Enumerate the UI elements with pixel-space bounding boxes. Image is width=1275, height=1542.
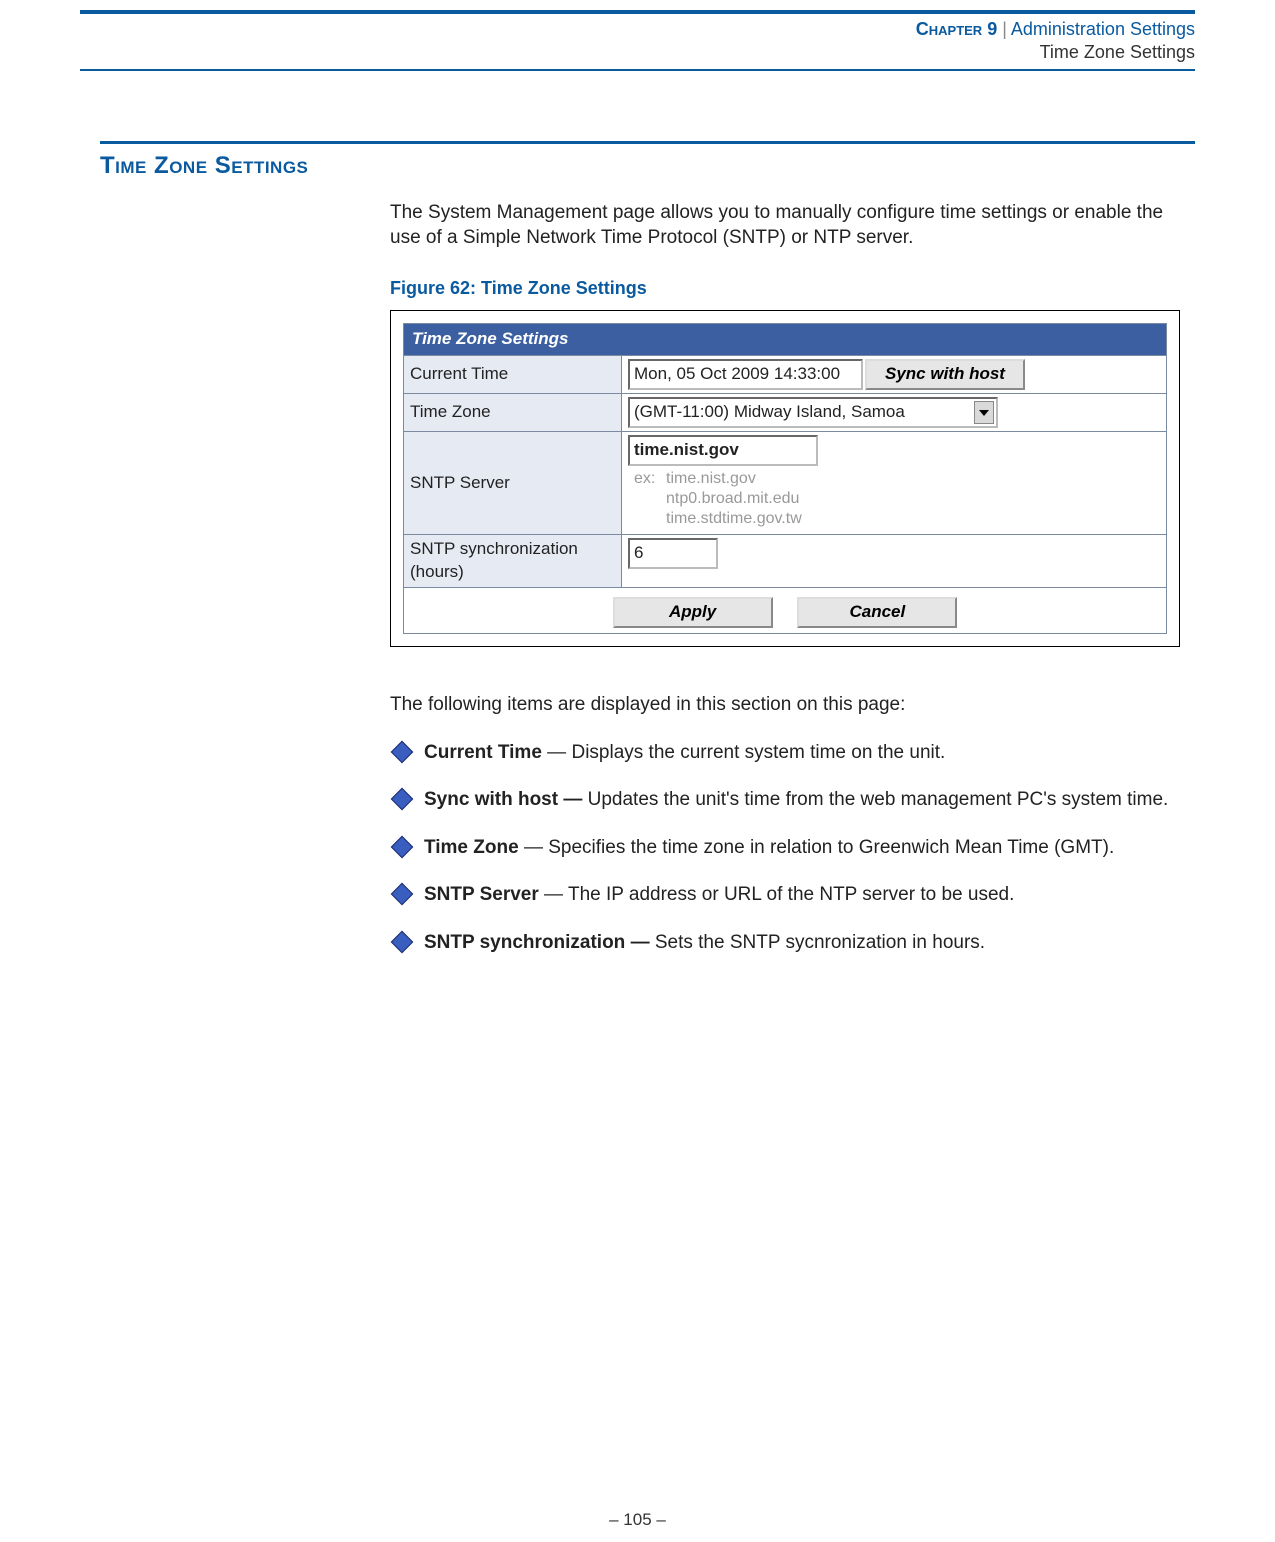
item-sep: — (519, 837, 549, 858)
item-desc: Updates the unit's time from the web man… (588, 789, 1169, 810)
sntp-server-input[interactable]: time.nist.gov (628, 435, 818, 466)
item-term: SNTP Server (424, 884, 539, 905)
label-time-zone: Time Zone (404, 394, 622, 432)
header-rule-bottom (80, 69, 1195, 71)
figure-caption: Figure 62: Time Zone Settings (390, 276, 1195, 300)
item-term: Current Time (424, 742, 542, 763)
label-current-time: Current Time (404, 356, 622, 394)
item-term: Sync with host — (424, 789, 588, 810)
item-desc: Displays the current system time on the … (571, 742, 945, 763)
diamond-bullet-icon (391, 740, 414, 763)
list-item: Sync with host — Updates the unit's time… (390, 787, 1195, 813)
list-item: Current Time — Displays the current syst… (390, 740, 1195, 766)
list-intro: The following items are displayed in thi… (390, 692, 1195, 718)
chevron-down-icon (979, 410, 989, 416)
diamond-bullet-icon (391, 836, 414, 859)
item-desc: Specifies the time zone in relation to G… (548, 837, 1114, 858)
list-item: Time Zone — Specifies the time zone in r… (390, 835, 1195, 861)
item-sep: — (542, 742, 572, 763)
diamond-bullet-icon (391, 931, 414, 954)
header-rule-top (80, 10, 1195, 14)
header-separator: | (997, 19, 1011, 39)
list-item: SNTP Server — The IP address or URL of t… (390, 882, 1195, 908)
item-term: SNTP synchronization — (424, 932, 655, 953)
cancel-button[interactable]: Cancel (797, 597, 957, 628)
diamond-bullet-icon (391, 883, 414, 906)
hint-line-2: ntp0.broad.mit.edu (666, 490, 799, 507)
sntp-sync-input[interactable]: 6 (628, 538, 718, 569)
running-header: Chapter 9 | Administration Settings Time… (0, 18, 1195, 65)
list-item: SNTP synchronization — Sets the SNTP syc… (390, 930, 1195, 956)
button-row: Apply Cancel (410, 591, 1160, 630)
chapter-label: Chapter 9 (916, 19, 997, 39)
item-sep: — (539, 884, 568, 905)
apply-button[interactable]: Apply (613, 597, 773, 628)
hint-line-1: time.nist.gov (666, 470, 756, 487)
hint-prefix: ex: (634, 469, 666, 489)
screenshot-figure: Time Zone Settings Current Time Mon, 05 … (390, 310, 1180, 647)
breadcrumb-1: Administration Settings (1011, 19, 1195, 39)
current-time-input[interactable]: Mon, 05 Oct 2009 14:33:00 (628, 359, 863, 390)
section-title: Time Zone Settings (100, 152, 1195, 180)
time-zone-select[interactable]: (GMT-11:00) Midway Island, Samoa (628, 397, 998, 428)
label-sntp-sync: SNTP synchronization (hours) (404, 535, 622, 588)
sync-with-host-button[interactable]: Sync with host (865, 359, 1025, 390)
row-current-time: Current Time Mon, 05 Oct 2009 14:33:00Sy… (404, 356, 1167, 394)
item-term: Time Zone (424, 837, 519, 858)
breadcrumb-2: Time Zone Settings (0, 41, 1195, 64)
row-sntp-sync: SNTP synchronization (hours) 6 (404, 535, 1167, 588)
time-zone-settings-panel: Time Zone Settings Current Time Mon, 05 … (403, 323, 1167, 634)
hint-line-3: time.stdtime.gov.tw (666, 510, 802, 527)
time-zone-value: (GMT-11:00) Midway Island, Samoa (634, 402, 905, 421)
panel-title: Time Zone Settings (404, 324, 1167, 356)
intro-paragraph: The System Management page allows you to… (390, 200, 1195, 251)
item-desc: The IP address or URL of the NTP server … (568, 884, 1014, 905)
item-desc: Sets the SNTP sycnronization in hours. (655, 932, 985, 953)
section-rule (100, 141, 1195, 144)
sntp-server-hint: ex:time.nist.gov ntp0.broad.mit.edu time… (634, 469, 1160, 529)
diamond-bullet-icon (391, 788, 414, 811)
row-sntp-server: SNTP Server time.nist.gov ex:time.nist.g… (404, 432, 1167, 535)
page-number: – 105 – (0, 1510, 1275, 1530)
label-sntp-server: SNTP Server (404, 432, 622, 535)
row-time-zone: Time Zone (GMT-11:00) Midway Island, Sam… (404, 394, 1167, 432)
